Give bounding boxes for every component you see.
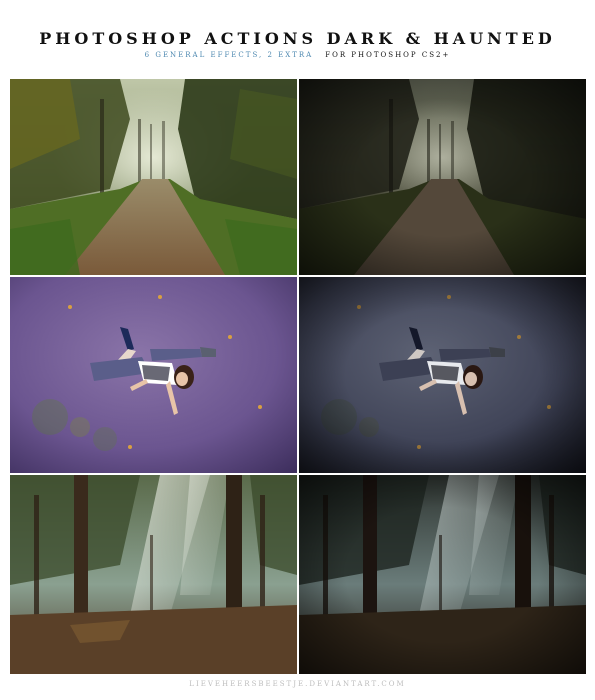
before-after-grid <box>10 79 586 674</box>
header: PHOTOSHOP ACTIONS DARK & HAUNTED 6 GENER… <box>0 0 595 80</box>
subtitle-version: FOR PHOTOSHOP CS2+ <box>325 51 451 59</box>
sunlit-forest-original-image <box>10 475 297 674</box>
page-subtitle: 6 GENERAL EFFECTS, 2 EXTRA FOR PHOTOSHOP … <box>0 51 595 60</box>
subtitle-effects: 6 GENERAL EFFECTS, 2 EXTRA <box>144 51 314 59</box>
sunlit-forest-dark-effect-image <box>299 475 586 674</box>
watermark-credit: LIEVEHEERSBEESTJE.DEVIANTART.COM <box>189 680 406 688</box>
forest-path-dark-effect-image <box>299 79 586 275</box>
girl-lying-dark-effect-image <box>299 277 586 473</box>
girl-lying-original-image <box>10 277 297 473</box>
page-title: PHOTOSHOP ACTIONS DARK & HAUNTED <box>39 29 556 48</box>
forest-path-original-image <box>10 79 297 275</box>
